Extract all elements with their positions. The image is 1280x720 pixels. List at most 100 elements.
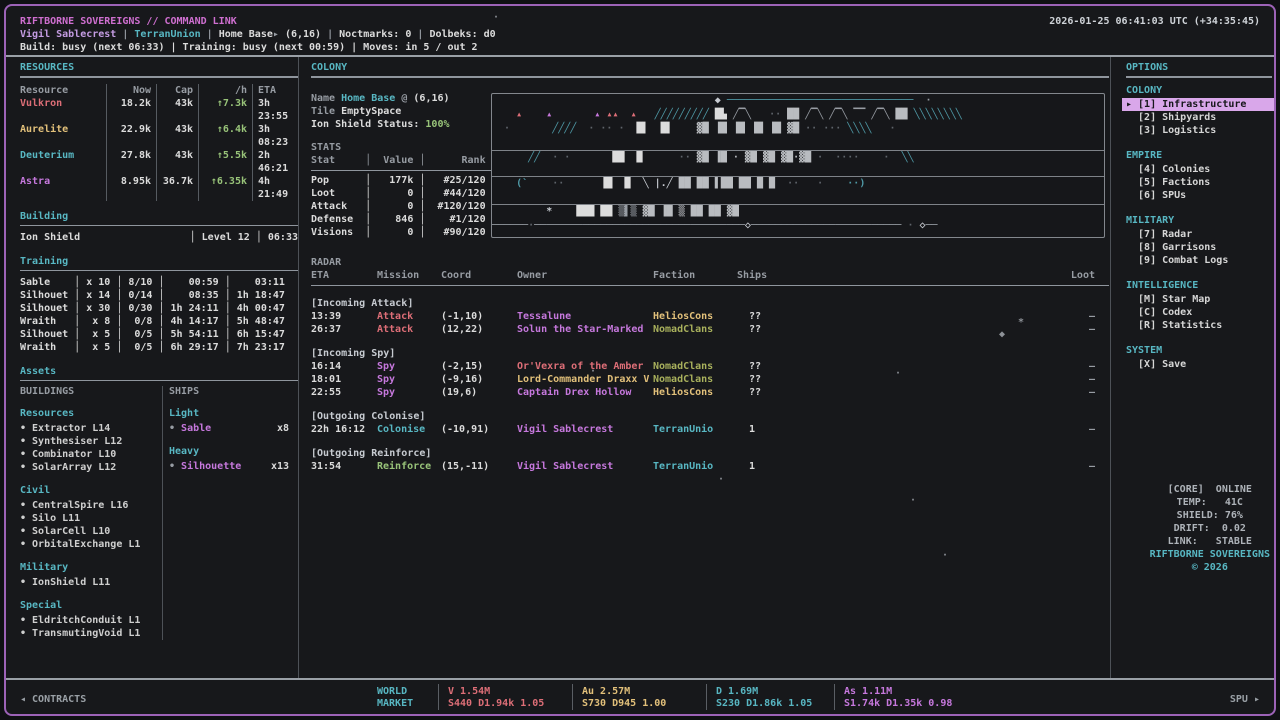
option-item-star-map[interactable]: [M] Star Map — [1126, 293, 1272, 306]
radar-loot: – — [785, 460, 1109, 473]
core-status-line: DRIFT: 0.02 — [1150, 522, 1270, 535]
col-eta: ETA — [311, 269, 377, 282]
option-item-factions[interactable]: [5] Factions — [1126, 176, 1272, 189]
option-item-logistics[interactable]: [3] Logistics — [1126, 124, 1272, 137]
option-item-save[interactable]: [X] Save — [1126, 358, 1272, 371]
radar-ships: ?? — [737, 310, 785, 323]
resource-cap: 43k — [156, 123, 198, 149]
stat-row: Attack │ 0 │ #120/120 — [311, 200, 497, 213]
resource-rate: ↑6.4k — [198, 123, 252, 149]
option-item-codex[interactable]: [C] Codex — [1126, 306, 1272, 319]
map-art-segment: ██ — [787, 109, 799, 120]
col-coord: Coord — [441, 269, 517, 282]
radar-row[interactable]: 13:39Attack(-1,10)TessaluneHeliosCons??– — [311, 310, 1109, 323]
assets-title: Assets — [20, 366, 298, 377]
radar-row[interactable]: 22h 16:12Colonise(-10,91)Vigil Sablecres… — [311, 423, 1109, 436]
col-resource: Resource — [20, 84, 106, 97]
resource-name: Astra — [20, 175, 106, 201]
option-item-garrisons[interactable]: [8] Garrisons — [1126, 241, 1272, 254]
market-cell[interactable]: Au 2.57MS730 D945 1.00 — [572, 684, 666, 710]
option-item-colonies[interactable]: [4] Colonies — [1126, 163, 1272, 176]
map-band: (` ·· ▐█ █ ╲ |.╱ ██ ██ ▌██ ██ █ █ ·· · ·… — [492, 177, 1104, 205]
training-title: Training — [20, 256, 298, 267]
building-title: Building — [20, 211, 298, 222]
option-item-infrastructure[interactable]: ▸ [1] Infrastructure — [1122, 98, 1276, 111]
radar-rule — [311, 285, 1109, 286]
map-art-segment: ▐█ — [600, 178, 612, 189]
tile-label: Tile — [311, 106, 335, 117]
command-header: RIFTBORNE SOVEREIGNS // COMMAND LINK 202… — [16, 11, 1264, 55]
col-mission: Mission — [377, 269, 441, 282]
radar-row[interactable]: 18:01Spy(-9,16)Lord-Commander Draxx VNom… — [311, 373, 1109, 386]
radar-eta: 26:37 — [311, 323, 377, 336]
map-art-segment: · · — [540, 152, 612, 163]
star-icon: · — [718, 476, 724, 484]
ship-name: • Silhouette — [169, 460, 241, 473]
options-section-label: INTELLIGENCE — [1126, 279, 1272, 292]
radar-row[interactable]: 22:55Spy(19,6)Captain Drex HollowHeliosC… — [311, 386, 1109, 399]
map-art-segment — [492, 206, 546, 217]
map-art-row: ◆ ─────────────────────────────── · — [492, 94, 1104, 108]
map-art-segment: · — [871, 123, 895, 134]
map-art-segment: ▴▴ — [606, 109, 618, 120]
market-supply-demand: S1.74k D1.35k 0.98 — [844, 698, 952, 710]
resources-title: RESOURCES — [20, 62, 298, 73]
core-status-block: [CORE] ONLINETEMP: 41CSHIELD: 76%DRIFT: … — [1150, 483, 1270, 574]
colony-name[interactable]: Home Base — [341, 93, 395, 104]
contracts-nav[interactable]: ◂ CONTRACTS — [20, 694, 86, 705]
map-art-segment: ·· — [528, 178, 600, 189]
noctmarks: Noctmarks: 0 — [339, 29, 411, 40]
radar-eta: 22:55 — [311, 386, 377, 399]
resource-row: Astra8.95k36.7k↑6.35k4h 21:49 — [20, 175, 298, 201]
map-art-segment: █▌ — [661, 123, 673, 134]
assets-columns: BUILDINGS Resources• Extractor L14• Synt… — [20, 386, 298, 640]
building-item: • Silo L11 — [20, 512, 156, 525]
market-price: D 1.69M — [716, 686, 812, 698]
radar-header: ETA Mission Coord Owner Faction Ships Lo… — [311, 269, 1109, 282]
option-item-statistics[interactable]: [R] Statistics — [1126, 319, 1272, 332]
radar-loot: – — [785, 373, 1109, 386]
radar-owner: Tessalune — [517, 310, 653, 323]
building-group-label: Resources — [20, 407, 156, 420]
radar-faction: NomadClans — [653, 360, 737, 373]
radar-eta: 22h 16:12 — [311, 423, 377, 436]
options-section: INTELLIGENCE [M] Star Map [C] Codex [R] … — [1126, 279, 1272, 332]
map-art-segment: ██ ██ ▌██ ██ █ █ — [679, 178, 775, 189]
radar-owner: Or'Vexra of the Amber — [517, 360, 653, 373]
building-item: • SolarCell L10 — [20, 525, 156, 538]
market-cell[interactable]: As 1.11MS1.74k D1.35k 0.98 — [834, 684, 952, 710]
colony-info: Name Home Base @ (6,16) Tile EmptySpace … — [311, 92, 450, 131]
map-art-segment — [649, 123, 661, 134]
star-icon: · — [590, 368, 596, 376]
map-art-segment: · — [913, 95, 931, 106]
radar-row[interactable]: 16:14Spy(-2,15)Or'Vexra of the AmberNoma… — [311, 360, 1109, 373]
radar-groups: [Incoming Attack]13:39Attack(-1,10)Tessa… — [311, 297, 1109, 473]
star-icon: · — [910, 497, 916, 505]
options-rule — [1126, 76, 1272, 78]
market-cell[interactable]: V 1.54MS440 D1.94k 1.05 — [438, 684, 544, 710]
map-art-segment — [624, 152, 636, 163]
option-item-spus[interactable]: [6] SPUs — [1126, 189, 1272, 202]
market-cell[interactable]: D 1.69MS230 D1.86k 1.05 — [706, 684, 812, 710]
option-item-shipyards[interactable]: [2] Shipyards — [1126, 111, 1272, 124]
col-loot: Loot — [785, 269, 1109, 282]
stats-block: STATS Stat │ Value │ Rank Pop │ 177k │ #… — [311, 141, 497, 239]
option-item-radar[interactable]: [7] Radar — [1126, 228, 1272, 241]
spu-nav[interactable]: SPU ▸ — [1230, 694, 1260, 705]
radar-ships: ?? — [737, 323, 785, 336]
radar-row[interactable]: 31:54Reinforce(15,-11)Vigil SablecrestTe… — [311, 460, 1109, 473]
build-training-line: Build: busy (next 06:33) | Training: bus… — [20, 42, 478, 53]
radar-row[interactable]: 26:37Attack(12,22)Solun the Star-MarkedN… — [311, 323, 1109, 336]
building-item: • CentralSpire L16 — [20, 499, 156, 512]
core-lines: [CORE] ONLINETEMP: 41CSHIELD: 76%DRIFT: … — [1150, 483, 1270, 548]
options-section: EMPIRE [4] Colonies [5] Factions [6] SPU… — [1126, 149, 1272, 202]
base-name[interactable]: Home Base — [219, 29, 273, 40]
option-item-combat-logs[interactable]: [9] Combat Logs — [1126, 254, 1272, 267]
radar-owner: Captain Drex Hollow — [517, 386, 653, 399]
radar-faction: TerranUnio — [653, 423, 737, 436]
ship-groups: Light• Sablex8Heavy• Silhouettex13 — [169, 407, 298, 473]
at-symbol: @ — [401, 93, 407, 104]
map-art-segment — [552, 206, 576, 217]
radar-coord: (-1,10) — [441, 310, 517, 323]
player-faction: TerranUnion — [134, 29, 200, 40]
